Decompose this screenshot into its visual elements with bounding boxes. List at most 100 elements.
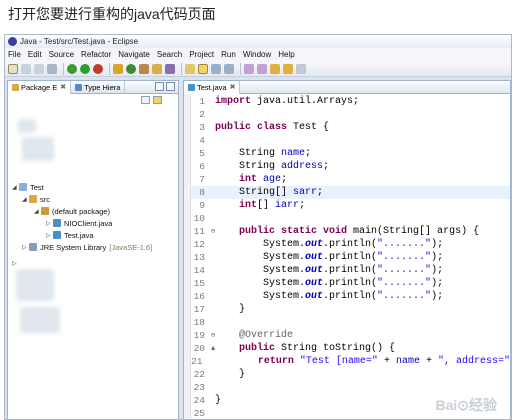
menu-help[interactable]: Help	[278, 50, 294, 59]
expanded-twistie-icon[interactable]: ◢	[22, 196, 29, 203]
code-token: "......."	[377, 239, 432, 250]
code-line[interactable]: 5 String name;	[191, 147, 510, 160]
menu-project[interactable]: Project	[189, 50, 214, 59]
tab-package-explorer[interactable]: Package E ✖	[8, 81, 72, 94]
collapsed-twistie-icon[interactable]: ▷	[12, 260, 19, 267]
show-whitespace-icon[interactable]	[211, 63, 221, 74]
line-number: 13	[193, 252, 205, 263]
package-explorer-pane: Package E ✖ Type Hiera ◢ Test ◢ src ◢ (d…	[7, 80, 179, 419]
menu-edit[interactable]: Edit	[28, 50, 42, 59]
maximize-view-icon[interactable]	[166, 82, 175, 91]
code-line[interactable]: 7 int age;	[191, 173, 510, 186]
code-line[interactable]: 19 ⊖ @Override	[191, 329, 510, 342]
line-number: 7	[199, 174, 205, 185]
collapsed-twistie-icon[interactable]: ▷	[46, 220, 53, 227]
code-line[interactable]: 2	[191, 108, 510, 121]
menu-window[interactable]: Window	[243, 50, 271, 59]
code-line[interactable]: 17 }	[191, 303, 510, 316]
mark-occurrences-icon[interactable]	[198, 63, 208, 74]
debug-icon[interactable]	[67, 63, 77, 74]
menu-navigate[interactable]: Navigate	[118, 50, 150, 59]
print-icon[interactable]	[47, 63, 57, 74]
line-number: 10	[193, 213, 205, 224]
line-number: 2	[199, 109, 205, 120]
block-selection-icon[interactable]	[224, 63, 234, 74]
code-line[interactable]: 13 System.out.println(".......");	[191, 251, 510, 264]
new-icon[interactable]	[8, 63, 18, 74]
tree-item-default-package[interactable]: ◢ (default package)	[34, 205, 110, 217]
next-annotation-icon[interactable]	[244, 63, 254, 74]
code-line[interactable]: 6 String address;	[191, 160, 510, 173]
new-class-icon[interactable]	[126, 63, 136, 74]
last-edit-icon[interactable]	[270, 63, 280, 74]
main-toolbar	[5, 61, 511, 77]
tree-item-src[interactable]: ◢ src	[22, 193, 50, 205]
code-token: public	[239, 343, 276, 354]
tree-item-project[interactable]: ◢ Test	[12, 181, 44, 193]
external-tools-icon[interactable]	[93, 63, 103, 74]
prev-annotation-icon[interactable]	[257, 63, 267, 74]
menu-file[interactable]: File	[8, 50, 21, 59]
search-tool-icon[interactable]	[165, 63, 175, 74]
tab-type-hierarchy[interactable]: Type Hiera	[71, 81, 126, 94]
code-line[interactable]: 14 System.out.println(".......");	[191, 264, 510, 277]
expanded-twistie-icon[interactable]: ◢	[12, 184, 19, 191]
tree-item-collapsed[interactable]: ▷	[12, 257, 19, 269]
code-token: System.	[215, 278, 306, 289]
open-folder-icon[interactable]	[152, 63, 162, 74]
code-line[interactable]: 18	[191, 316, 510, 329]
run-icon[interactable]	[80, 63, 90, 74]
code-line[interactable]: 20 ▲ public String toString() {	[191, 342, 510, 355]
code-token: @Override	[239, 330, 294, 341]
code-line[interactable]: 4	[191, 134, 510, 147]
line-number: 17	[193, 304, 205, 315]
menu-refactor[interactable]: Refactor	[81, 50, 111, 59]
forward-icon[interactable]	[296, 63, 306, 74]
menu-search[interactable]: Search	[157, 50, 182, 59]
line-number: 18	[193, 317, 205, 328]
code-line[interactable]: 21 return "Test [name=" + name + ", addr…	[191, 355, 510, 368]
new-package-icon[interactable]	[113, 63, 123, 74]
code-line[interactable]: 23	[191, 381, 510, 394]
code-token: out	[305, 252, 324, 263]
collapse-all-icon[interactable]	[141, 95, 150, 104]
code-line[interactable]: 1 import java.util.Arrays;	[191, 95, 510, 108]
tree-item-test-java[interactable]: ▷ Test.java	[46, 229, 94, 241]
code-line[interactable]: 8 String[] sarr;	[191, 186, 510, 199]
link-with-editor-icon[interactable]	[153, 95, 162, 104]
code-line[interactable]: 3 public class Test {	[191, 121, 510, 134]
close-icon[interactable]: ✖	[230, 83, 236, 91]
annotation-ruler[interactable]	[184, 94, 191, 419]
open-type-icon[interactable]	[139, 63, 149, 74]
code-line[interactable]: 11 ⊖ public static void main(String[] arg…	[191, 225, 510, 238]
collapsed-twistie-icon[interactable]: ▷	[46, 232, 53, 239]
code-token: .println(	[323, 239, 378, 250]
tree-item-nioclient[interactable]: ▷ NIOClient.java	[46, 217, 112, 229]
view-menu-icon[interactable]	[165, 96, 174, 104]
tab-test-java[interactable]: Test.java ✖	[184, 81, 241, 94]
line-number: 11	[193, 226, 205, 237]
expanded-twistie-icon[interactable]: ◢	[34, 208, 41, 215]
code-line[interactable]: 9 int[] iarr;	[191, 199, 510, 212]
code-line[interactable]: 10	[191, 212, 510, 225]
save-icon[interactable]	[21, 63, 31, 74]
pin-icon[interactable]	[185, 63, 195, 74]
code-token: +	[419, 356, 438, 367]
save-all-icon[interactable]	[34, 63, 44, 74]
collapsed-twistie-icon[interactable]: ▷	[22, 244, 29, 251]
code-line[interactable]: 22 }	[191, 368, 510, 381]
minimize-view-icon[interactable]	[155, 82, 164, 91]
code-line[interactable]: 12 System.out.println(".......");	[191, 238, 510, 251]
code-token: out	[305, 278, 324, 289]
code-line[interactable]: 16 System.out.println(".......");	[191, 290, 510, 303]
code-line[interactable]: 15 System.out.println(".......");	[191, 277, 510, 290]
code-token: String	[215, 161, 282, 172]
tree-item-jre[interactable]: ▷ JRE System Library [JavaSE-1.6]	[22, 241, 152, 253]
code-text-area[interactable]: 1 import java.util.Arrays; 2 3 public class …	[191, 95, 510, 419]
close-icon[interactable]: ✖	[60, 83, 66, 91]
back-icon[interactable]	[283, 63, 293, 74]
code-token: System.	[215, 291, 306, 302]
code-text: public class Test {	[215, 122, 329, 133]
menu-source[interactable]: Source	[49, 50, 74, 59]
menu-run[interactable]: Run	[221, 50, 236, 59]
